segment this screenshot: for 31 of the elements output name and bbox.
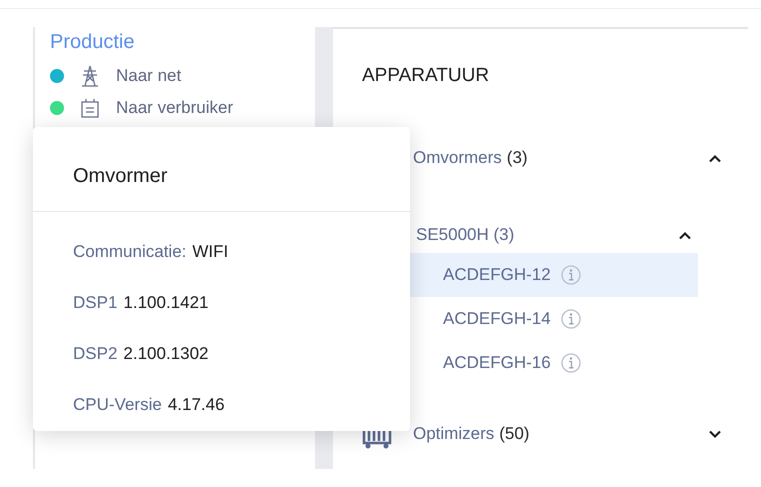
meter-icon [80, 97, 100, 119]
group-label: Omvormers [413, 148, 502, 168]
group-count: (3) [506, 148, 528, 168]
power-pylon-icon [80, 65, 100, 87]
chevron-icon[interactable] [708, 430, 722, 438]
info-value: 4.17.46 [168, 394, 225, 414]
model-row[interactable]: SE5000H (3) [362, 217, 692, 253]
device-item[interactable]: ACDEFGH-12 [410, 253, 698, 297]
model-label: SE5000H (3) [416, 225, 514, 245]
group-row[interactable]: Optimizers (50) [362, 419, 722, 449]
legend-title: Productie [50, 30, 136, 55]
popup-title: Omvormer [33, 127, 410, 212]
info-value: 2.100.1302 [123, 344, 209, 364]
info-label: CPU-Versie [73, 394, 162, 414]
cart-icon [362, 429, 392, 449]
group-label: Optimizers [413, 424, 494, 444]
legend-label: Naar verbruiker [116, 98, 234, 118]
equipment-title: APPARATUUR [362, 65, 490, 87]
group-count: (50) [499, 424, 530, 444]
info-label: DSP1 [73, 292, 118, 312]
info-label: Communicatie: [73, 242, 186, 262]
info-icon[interactable] [560, 353, 581, 373]
info-icon[interactable] [560, 309, 581, 329]
info-label: DSP2 [73, 344, 118, 364]
chevron-icon[interactable] [678, 230, 692, 240]
info-value: WIFI [192, 242, 228, 262]
chevron-icon[interactable] [708, 154, 722, 162]
device-item[interactable]: ACDEFGH-14 [410, 297, 698, 341]
legend-label: Naar net [116, 66, 182, 86]
info-value: 1.100.1421 [123, 292, 209, 312]
device-item[interactable]: ACDEFGH-16 [410, 341, 698, 385]
